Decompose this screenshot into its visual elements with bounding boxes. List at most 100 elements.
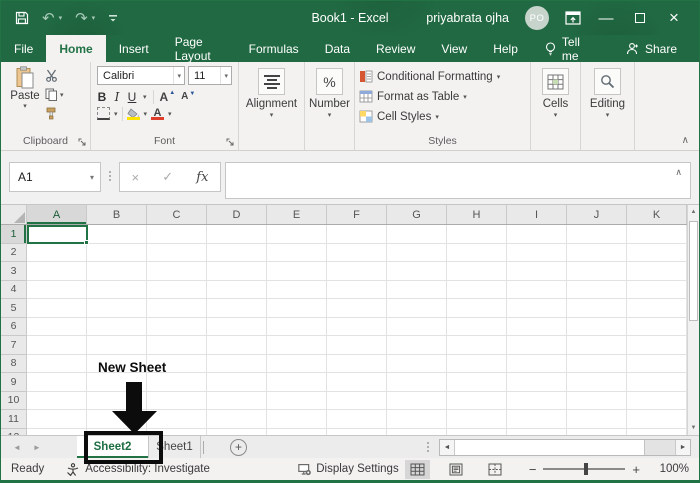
cell-E9[interactable] bbox=[267, 373, 327, 392]
page-layout-view-button[interactable] bbox=[444, 460, 469, 479]
cell-A4[interactable] bbox=[27, 281, 87, 300]
formula-input[interactable]: ∧ bbox=[225, 162, 691, 199]
zoom-in-button[interactable]: + bbox=[625, 462, 647, 477]
cell-D3[interactable] bbox=[207, 262, 267, 281]
cell-K2[interactable] bbox=[627, 244, 687, 263]
column-header-j[interactable]: J bbox=[567, 205, 627, 224]
cell-I11[interactable] bbox=[507, 410, 567, 429]
insert-function-icon[interactable]: fx bbox=[196, 170, 208, 185]
underline-dropdown-icon[interactable]: ▾ bbox=[143, 93, 147, 101]
tab-split-handle[interactable] bbox=[427, 442, 429, 452]
cell-H8[interactable] bbox=[447, 355, 507, 374]
font-size-combo[interactable]: 11 ▾ bbox=[188, 66, 232, 85]
customize-qat-icon[interactable] bbox=[108, 13, 118, 23]
cell-D7[interactable] bbox=[207, 336, 267, 355]
format-as-table-button[interactable]: Format as Table ▾ bbox=[359, 88, 526, 105]
avatar[interactable]: PO bbox=[525, 6, 549, 30]
row-header-1[interactable]: 1 bbox=[1, 225, 27, 244]
row-header-6[interactable]: 6 bbox=[1, 318, 27, 337]
cell-A5[interactable] bbox=[27, 299, 87, 318]
cell-H7[interactable] bbox=[447, 336, 507, 355]
cells-button[interactable]: Cells ▾ bbox=[535, 66, 576, 134]
tab-data[interactable]: Data bbox=[312, 35, 363, 62]
name-box-dropdown-icon[interactable]: ▾ bbox=[84, 173, 100, 182]
column-header-f[interactable]: F bbox=[327, 205, 387, 224]
cell-I7[interactable] bbox=[507, 336, 567, 355]
cell-D4[interactable] bbox=[207, 281, 267, 300]
next-sheet-icon[interactable]: ► bbox=[33, 443, 41, 452]
cell-C4[interactable] bbox=[147, 281, 207, 300]
cell-E4[interactable] bbox=[267, 281, 327, 300]
font-dialog-launcher-icon[interactable] bbox=[226, 138, 235, 147]
fill-handle[interactable] bbox=[84, 240, 89, 245]
row-header-8[interactable]: 8 bbox=[1, 355, 27, 374]
font-name-dropdown-icon[interactable]: ▾ bbox=[173, 67, 184, 84]
cell-K6[interactable] bbox=[627, 318, 687, 337]
cell-C3[interactable] bbox=[147, 262, 207, 281]
column-header-k[interactable]: K bbox=[627, 205, 687, 224]
row-header-3[interactable]: 3 bbox=[1, 262, 27, 281]
cell-K11[interactable] bbox=[627, 410, 687, 429]
row-header-5[interactable]: 5 bbox=[1, 299, 27, 318]
user-name[interactable]: priyabrata ojha bbox=[426, 11, 509, 25]
zoom-out-button[interactable]: − bbox=[522, 462, 544, 477]
cell-K4[interactable] bbox=[627, 281, 687, 300]
cell-D6[interactable] bbox=[207, 318, 267, 337]
cell-B6[interactable] bbox=[87, 318, 147, 337]
cell-K3[interactable] bbox=[627, 262, 687, 281]
cell-F8[interactable] bbox=[327, 355, 387, 374]
scroll-left-icon[interactable]: ◄ bbox=[440, 440, 455, 455]
alignment-button[interactable]: Alignment ▾ bbox=[243, 66, 300, 134]
scroll-down-icon[interactable]: ▼ bbox=[688, 421, 699, 435]
zoom-percentage[interactable]: 100% bbox=[647, 463, 689, 475]
cell-F7[interactable] bbox=[327, 336, 387, 355]
cell-I6[interactable] bbox=[507, 318, 567, 337]
cell-G8[interactable] bbox=[387, 355, 447, 374]
undo-icon[interactable]: ↶ bbox=[42, 11, 55, 26]
paste-button[interactable]: Paste ▾ bbox=[5, 66, 45, 134]
cell-F6[interactable] bbox=[327, 318, 387, 337]
cell-J1[interactable] bbox=[567, 225, 627, 244]
cell-G1[interactable] bbox=[387, 225, 447, 244]
cell-G9[interactable] bbox=[387, 373, 447, 392]
cell-I5[interactable] bbox=[507, 299, 567, 318]
cell-J2[interactable] bbox=[567, 244, 627, 263]
enter-entry-icon[interactable]: ✓ bbox=[162, 169, 173, 185]
scroll-up-icon[interactable]: ▲ bbox=[688, 205, 699, 219]
cell-F3[interactable] bbox=[327, 262, 387, 281]
cell-I2[interactable] bbox=[507, 244, 567, 263]
cell-C5[interactable] bbox=[147, 299, 207, 318]
tab-page-layout[interactable]: Page Layout bbox=[162, 35, 236, 62]
clipboard-dialog-launcher-icon[interactable] bbox=[78, 138, 87, 147]
sheet-tab-sheet1[interactable]: Sheet1 bbox=[149, 436, 201, 458]
cell-E10[interactable] bbox=[267, 392, 327, 411]
zoom-slider-thumb[interactable] bbox=[584, 463, 588, 475]
cell-K5[interactable] bbox=[627, 299, 687, 318]
row-header-7[interactable]: 7 bbox=[1, 336, 27, 355]
cell-D1[interactable] bbox=[207, 225, 267, 244]
cell-C2[interactable] bbox=[147, 244, 207, 263]
name-box[interactable]: A1 ▾ bbox=[9, 162, 101, 192]
tab-file[interactable]: File bbox=[1, 35, 46, 62]
cell-K10[interactable] bbox=[627, 392, 687, 411]
row-header-10[interactable]: 10 bbox=[1, 392, 27, 411]
cell-H11[interactable] bbox=[447, 410, 507, 429]
cell-H1[interactable] bbox=[447, 225, 507, 244]
cell-G5[interactable] bbox=[387, 299, 447, 318]
cell-B1[interactable] bbox=[87, 225, 147, 244]
cell-A10[interactable] bbox=[27, 392, 87, 411]
cell-I8[interactable] bbox=[507, 355, 567, 374]
row-header-11[interactable]: 11 bbox=[1, 410, 27, 429]
row-header-9[interactable]: 9 bbox=[1, 373, 27, 392]
font-size-dropdown-icon[interactable]: ▾ bbox=[220, 67, 231, 84]
cell-E6[interactable] bbox=[267, 318, 327, 337]
cell-I9[interactable] bbox=[507, 373, 567, 392]
cell-H3[interactable] bbox=[447, 262, 507, 281]
normal-view-button[interactable] bbox=[405, 460, 430, 479]
cell-J3[interactable] bbox=[567, 262, 627, 281]
share-button[interactable]: Share bbox=[612, 35, 699, 62]
cell-I10[interactable] bbox=[507, 392, 567, 411]
expand-formula-bar-icon[interactable]: ∧ bbox=[675, 163, 690, 178]
cell-I1[interactable] bbox=[507, 225, 567, 244]
cell-H2[interactable] bbox=[447, 244, 507, 263]
